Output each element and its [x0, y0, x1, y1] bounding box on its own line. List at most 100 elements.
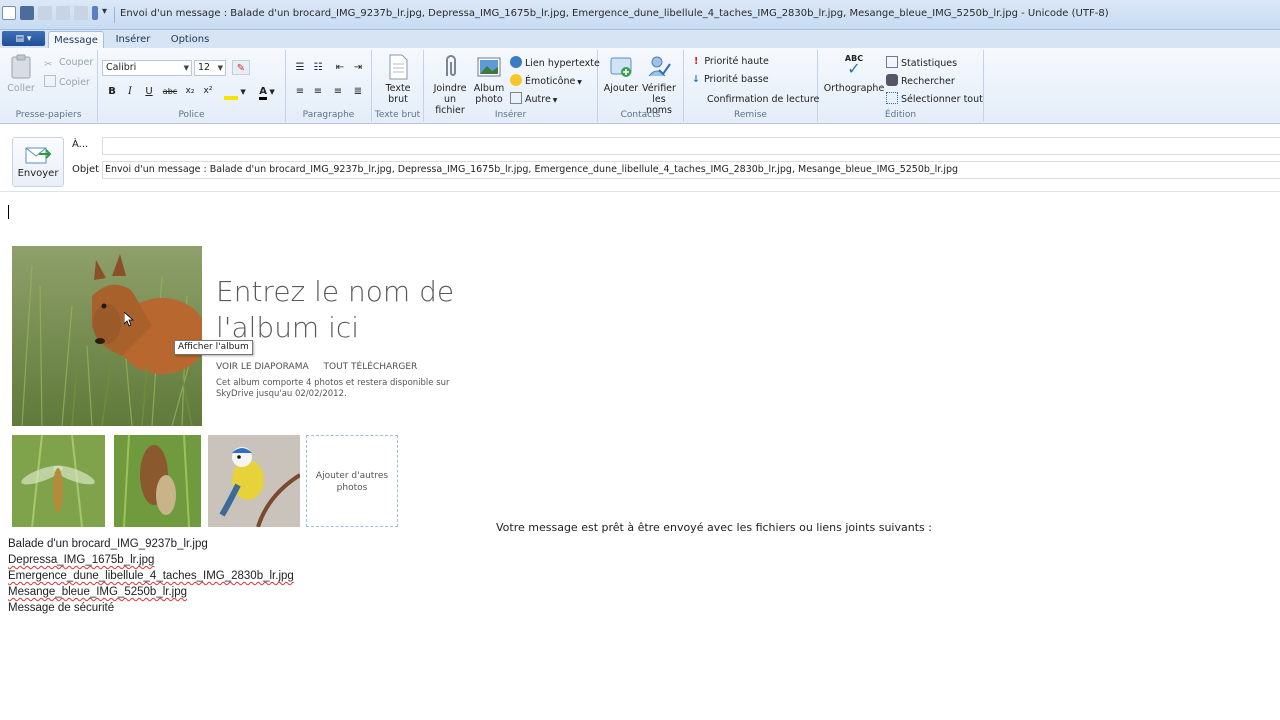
- group-clipboard: Coller ✂ Couper Copier Presse-papiers: [0, 50, 98, 122]
- text-cursor: [8, 205, 9, 219]
- justify-icon: ≣: [353, 86, 363, 97]
- add-contact-button[interactable]: Ajouter: [602, 54, 640, 94]
- bold-button[interactable]: B: [104, 84, 120, 99]
- album-title[interactable]: Entrez le nom de l'album ici: [216, 274, 476, 346]
- file-name: Mesange_bleue_IMG_5250b_lr.jpg: [8, 586, 188, 598]
- cut-button[interactable]: ✂ Couper: [44, 57, 93, 71]
- increase-indent-button[interactable]: ⇥: [350, 60, 366, 75]
- paste-button[interactable]: Coller: [6, 54, 36, 94]
- clear-formatting-button[interactable]: ✎: [232, 60, 250, 75]
- underline-button[interactable]: U: [141, 84, 157, 99]
- read-receipt-icon: [694, 92, 704, 104]
- align-center-button[interactable]: ≡: [310, 84, 326, 99]
- list-item: Depressa_IMG_1675b_lr.jpg: [8, 552, 294, 568]
- highlight-button[interactable]: ▼: [222, 84, 248, 100]
- find-button[interactable]: Rechercher: [886, 74, 955, 87]
- compose-header: Envoyer À... Objet Envoi d'un message : …: [0, 124, 1280, 192]
- read-receipt-label: Confirmation de lecture: [707, 94, 820, 105]
- tab-inserer[interactable]: Insérer: [108, 31, 158, 48]
- thumbnail-blue-tit[interactable]: [208, 435, 300, 527]
- font-size-select[interactable]: 12 ▼: [194, 60, 226, 76]
- download-all-link[interactable]: TOUT TÉLÉCHARGER: [324, 362, 418, 372]
- numbered-list-button[interactable]: ☰: [292, 60, 308, 75]
- checkmark-glyph: ✓: [847, 59, 861, 78]
- save-icon[interactable]: [20, 6, 34, 20]
- decrease-indent-button[interactable]: ⇤: [332, 60, 348, 75]
- group-label-font: Police: [178, 110, 205, 120]
- statistics-button[interactable]: Statistiques: [886, 56, 957, 69]
- emoticon-button[interactable]: Émoticône ▼: [510, 74, 582, 87]
- customize-toolbar-icon[interactable]: ▾: [102, 6, 112, 20]
- group-label-insert: Insérer: [494, 110, 527, 120]
- add-contact-label: Ajouter: [603, 83, 639, 94]
- attach-file-button[interactable]: Joindre un fichier: [428, 54, 472, 116]
- superscript-button[interactable]: x²: [200, 84, 216, 99]
- plain-text-label-1: Texte: [385, 83, 411, 94]
- emergence-image: [114, 435, 201, 527]
- font-color-button[interactable]: A ▼: [254, 84, 280, 100]
- mouse-cursor-icon: [124, 312, 134, 327]
- group-insert: Joindre un fichier Album photo Lien hype…: [424, 50, 600, 122]
- other-insert-button[interactable]: Autre ▼: [510, 92, 557, 105]
- chevron-down-icon: ▼: [266, 88, 275, 96]
- select-all-icon: [886, 92, 898, 104]
- album-cover-photo[interactable]: [12, 246, 202, 426]
- undo-icon[interactable]: [38, 6, 52, 20]
- subject-field[interactable]: Envoi d'un message : Balade d'un brocard…: [102, 161, 1280, 179]
- group-editing: ABC ✓ Orthographe Statistiques Rechercher…: [818, 50, 984, 122]
- send-mail-icon: [25, 147, 51, 164]
- binoculars-icon: [886, 74, 898, 86]
- tab-options[interactable]: Options: [164, 31, 216, 48]
- font-family-value: Calibri: [106, 62, 137, 73]
- send-button[interactable]: Envoyer: [12, 137, 64, 187]
- group-label-contacts: Contacts: [620, 110, 661, 120]
- bullet-list-button[interactable]: ☷: [310, 60, 326, 75]
- align-left-button[interactable]: ≡: [292, 84, 308, 99]
- to-field[interactable]: [102, 137, 1280, 155]
- ready-message: Votre message est prêt à être envoyé ave…: [496, 521, 932, 534]
- plain-text-label-2: brut: [388, 94, 408, 105]
- select-all-button[interactable]: Sélectionner tout: [886, 92, 983, 105]
- print-icon[interactable]: [74, 6, 88, 20]
- thumbnail-dragonfly[interactable]: [12, 435, 105, 527]
- align-left-icon: ≡: [295, 86, 305, 97]
- slideshow-link[interactable]: VOIR LE DIAPORAMA: [216, 362, 309, 372]
- italic-button[interactable]: I: [122, 84, 138, 99]
- subscript-button[interactable]: x₂: [182, 84, 198, 99]
- font-family-select[interactable]: Calibri ▼: [102, 60, 192, 76]
- group-label-plain-text: Texte brut: [374, 110, 421, 120]
- strikethrough-button[interactable]: abc: [160, 84, 180, 99]
- justify-button[interactable]: ≣: [350, 84, 366, 99]
- copy-button[interactable]: Copier: [44, 75, 90, 88]
- photo-album-button[interactable]: Album photo: [472, 54, 506, 105]
- scissors-icon: ✂: [44, 59, 52, 70]
- low-priority-button[interactable]: ↓ Priorité basse: [692, 74, 769, 85]
- attach-clip-icon[interactable]: [92, 6, 98, 20]
- album-label-2: photo: [475, 94, 503, 105]
- to-button[interactable]: À...: [72, 139, 88, 150]
- emoticon-label: Émoticône: [525, 76, 576, 87]
- list-item: Balade d'un brocard_IMG_9237b_lr.jpg: [8, 536, 294, 552]
- add-more-photos-button[interactable]: Ajouter d'autres photos: [306, 435, 398, 527]
- high-priority-button[interactable]: ! Priorité haute: [694, 56, 769, 67]
- globe-link-icon: [510, 56, 522, 68]
- group-label-paragraph: Paragraphe: [302, 110, 355, 120]
- plain-text-icon: [389, 54, 408, 80]
- plain-text-button[interactable]: Texte brut: [378, 54, 418, 105]
- check-names-button[interactable]: Vérifier les noms: [638, 54, 680, 116]
- new-document-icon[interactable]: [2, 6, 16, 20]
- thumbnail-emergence[interactable]: [114, 435, 201, 527]
- hyperlink-button[interactable]: Lien hypertexte: [510, 56, 600, 69]
- app-menu-button[interactable]: ▤ ▾: [2, 31, 45, 46]
- down-arrow-icon: ↓: [692, 74, 700, 85]
- window-title: Envoi d'un message : Balade d'un brocard…: [120, 8, 1109, 19]
- redo-icon[interactable]: [56, 6, 70, 20]
- read-receipt-button[interactable]: Confirmation de lecture: [694, 92, 819, 105]
- roe-deer-image: [12, 246, 202, 426]
- spelling-button[interactable]: ABC ✓ Orthographe: [822, 54, 886, 94]
- align-center-icon: ≡: [313, 86, 323, 97]
- group-contacts: Ajouter Vérifier les noms Contacts: [598, 50, 684, 122]
- tab-message[interactable]: Message: [48, 31, 104, 48]
- numbered-list-icon: ☰: [295, 62, 305, 73]
- align-right-button[interactable]: ≡: [330, 84, 346, 99]
